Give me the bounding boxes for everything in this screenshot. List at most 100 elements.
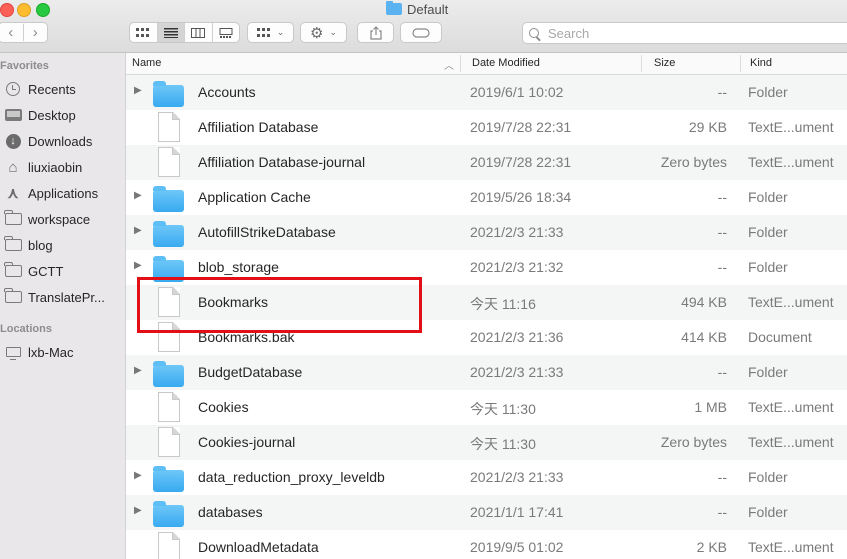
file-size: -- [717,259,727,275]
file-kind: Folder [748,224,788,240]
file-date-modified: 2021/2/3 21:32 [470,259,564,275]
chevron-up-icon: ︿ [444,61,454,72]
document-icon [152,427,186,457]
document-icon [152,392,186,422]
disclosure-triangle-icon[interactable]: ▶ [134,85,142,96]
list-icon [163,27,178,38]
sidebar-item-home[interactable]: ⌂ liuxiaobin [4,157,82,177]
file-name: DownloadMetadata [198,539,319,555]
file-row[interactable]: Affiliation Database 2019/7/28 22:31 29 KB… [126,110,847,145]
file-name: AutofillStrikeDatabase [198,224,336,240]
file-kind: Folder [748,504,788,520]
highlight-box [137,277,422,333]
file-name: Cookies-journal [198,434,296,450]
sidebar-item-downloads[interactable]: ↓ Downloads [4,131,92,151]
list-view-button[interactable] [156,23,184,42]
file-row[interactable]: ▶ BudgetDatabase 2021/2/3 21:33 -- Folder [126,355,847,390]
file-date-modified: 2019/5/26 18:34 [470,189,572,205]
minimize-window-button[interactable] [17,3,31,17]
sidebar-item-label: workspace [28,211,91,227]
file-row[interactable]: ▶ Application Cache 2019/5/26 18:34 -- Folde… [126,180,847,215]
tag-icon [412,27,430,38]
chevron-down-icon: ⌄ [276,27,285,37]
document-icon [152,532,186,559]
file-date-modified: 2021/2/3 21:33 [470,224,564,240]
file-row[interactable]: ▶ data_reduction_proxy_leveldb 2021/2/3 21… [126,460,847,495]
icon-view-button[interactable] [130,23,157,42]
folder-icon [152,185,186,212]
group-by-button[interactable]: ⌄ [247,22,294,43]
file-row[interactable]: ▶ databases 2021/1/1 17:41 -- Folder [126,495,847,530]
column-view-button[interactable] [184,23,212,42]
sidebar-item-gctt[interactable]: GCTT [4,261,63,281]
sidebar-item-translateproject[interactable]: TranslatePr... [4,287,105,307]
sidebar-item-label: blog [28,237,53,253]
file-date-modified: 2019/9/5 01:02 [470,539,564,555]
gallery-view-button[interactable] [211,23,240,42]
column-header-kind[interactable]: Kind [750,57,772,69]
file-date-modified: 2021/2/3 21:33 [470,364,564,380]
disclosure-triangle-icon[interactable]: ▶ [134,470,142,481]
sidebar-item-label: liuxiaobin [28,159,83,175]
folder-icon [386,1,402,15]
file-date-modified: 今天 11:30 [470,401,536,417]
share-icon [369,25,382,40]
sidebar-item-recents[interactable]: Recents [4,79,76,99]
file-row[interactable]: ▶ AutofillStrikeDatabase 2021/2/3 21:33 -- F… [126,215,847,250]
column-header-name[interactable]: Name [132,57,161,69]
window-title: Default [386,1,448,17]
disclosure-triangle-icon[interactable]: ▶ [134,505,142,516]
search-icon [529,28,539,38]
file-size: 29 KB [688,119,727,135]
sidebar-item-label: Downloads [28,133,93,149]
sidebar-item-label: Recents [28,81,76,97]
sidebar-item-lxb-mac[interactable]: lxb-Mac [4,342,74,362]
sidebar-item-blog[interactable]: blog [4,235,53,255]
file-size: -- [717,504,727,520]
file-row[interactable]: Cookies 今天 11:30 1 MB TextE...ument [126,390,847,425]
forward-button[interactable]: › [22,24,48,41]
sidebar-item-label: GCTT [28,263,64,279]
sidebar-item-desktop[interactable]: Desktop [4,105,76,125]
disclosure-triangle-icon[interactable]: ▶ [134,260,142,271]
chevron-down-icon: ⌄ [329,27,337,37]
document-icon [152,147,186,177]
file-size: 494 KB [681,294,727,310]
file-size: Zero bytes [660,154,727,170]
file-kind: Folder [748,364,788,380]
column-header-size[interactable]: Size [654,57,675,69]
sidebar-item-label: lxb-Mac [28,344,74,360]
columns-icon [191,27,206,38]
sidebar-item-workspace[interactable]: workspace [4,209,90,229]
gallery-icon [219,27,233,38]
folder-icon [4,262,22,279]
file-size: 2 KB [696,539,727,555]
file-name: BudgetDatabase [198,364,303,380]
file-size: -- [717,84,727,100]
file-row[interactable]: DownloadMetadata 2019/9/5 01:02 2 KB TextE.… [126,530,847,559]
close-window-button[interactable] [0,3,14,17]
zoom-window-button[interactable] [36,3,50,17]
search-field[interactable]: Search [522,22,847,44]
file-name: blob_storage [198,259,279,275]
file-date-modified: 今天 11:16 [470,296,536,312]
file-date-modified: 2021/1/1 17:41 [470,504,564,520]
file-date-modified: 2019/6/1 10:02 [470,84,564,100]
column-header-date-modified[interactable]: Date Modified [472,57,540,69]
sidebar-item-applications[interactable]: ⋏ Applications [4,183,99,203]
file-size: -- [717,364,727,380]
file-kind: TextE...ument [748,154,834,170]
file-row[interactable]: Affiliation Database-journal 2019/7/28 22… [126,145,847,180]
folder-icon [152,80,186,107]
file-row[interactable]: Cookies-journal 今天 11:30 Zero bytes TextE..… [126,425,847,460]
share-button[interactable] [357,22,394,43]
disclosure-triangle-icon[interactable]: ▶ [134,190,142,201]
disclosure-triangle-icon[interactable]: ▶ [134,365,142,376]
file-row[interactable]: ▶ Accounts 2019/6/1 10:02 -- Folder [126,75,847,110]
action-menu-button[interactable]: ⚙ ⌄ [300,22,347,43]
disclosure-triangle-icon[interactable]: ▶ [134,225,142,236]
back-button[interactable]: ‹ [0,24,23,41]
tags-button[interactable] [400,22,442,43]
navigation-buttons: ‹ › [0,22,48,43]
file-date-modified: 今天 11:30 [470,436,536,452]
